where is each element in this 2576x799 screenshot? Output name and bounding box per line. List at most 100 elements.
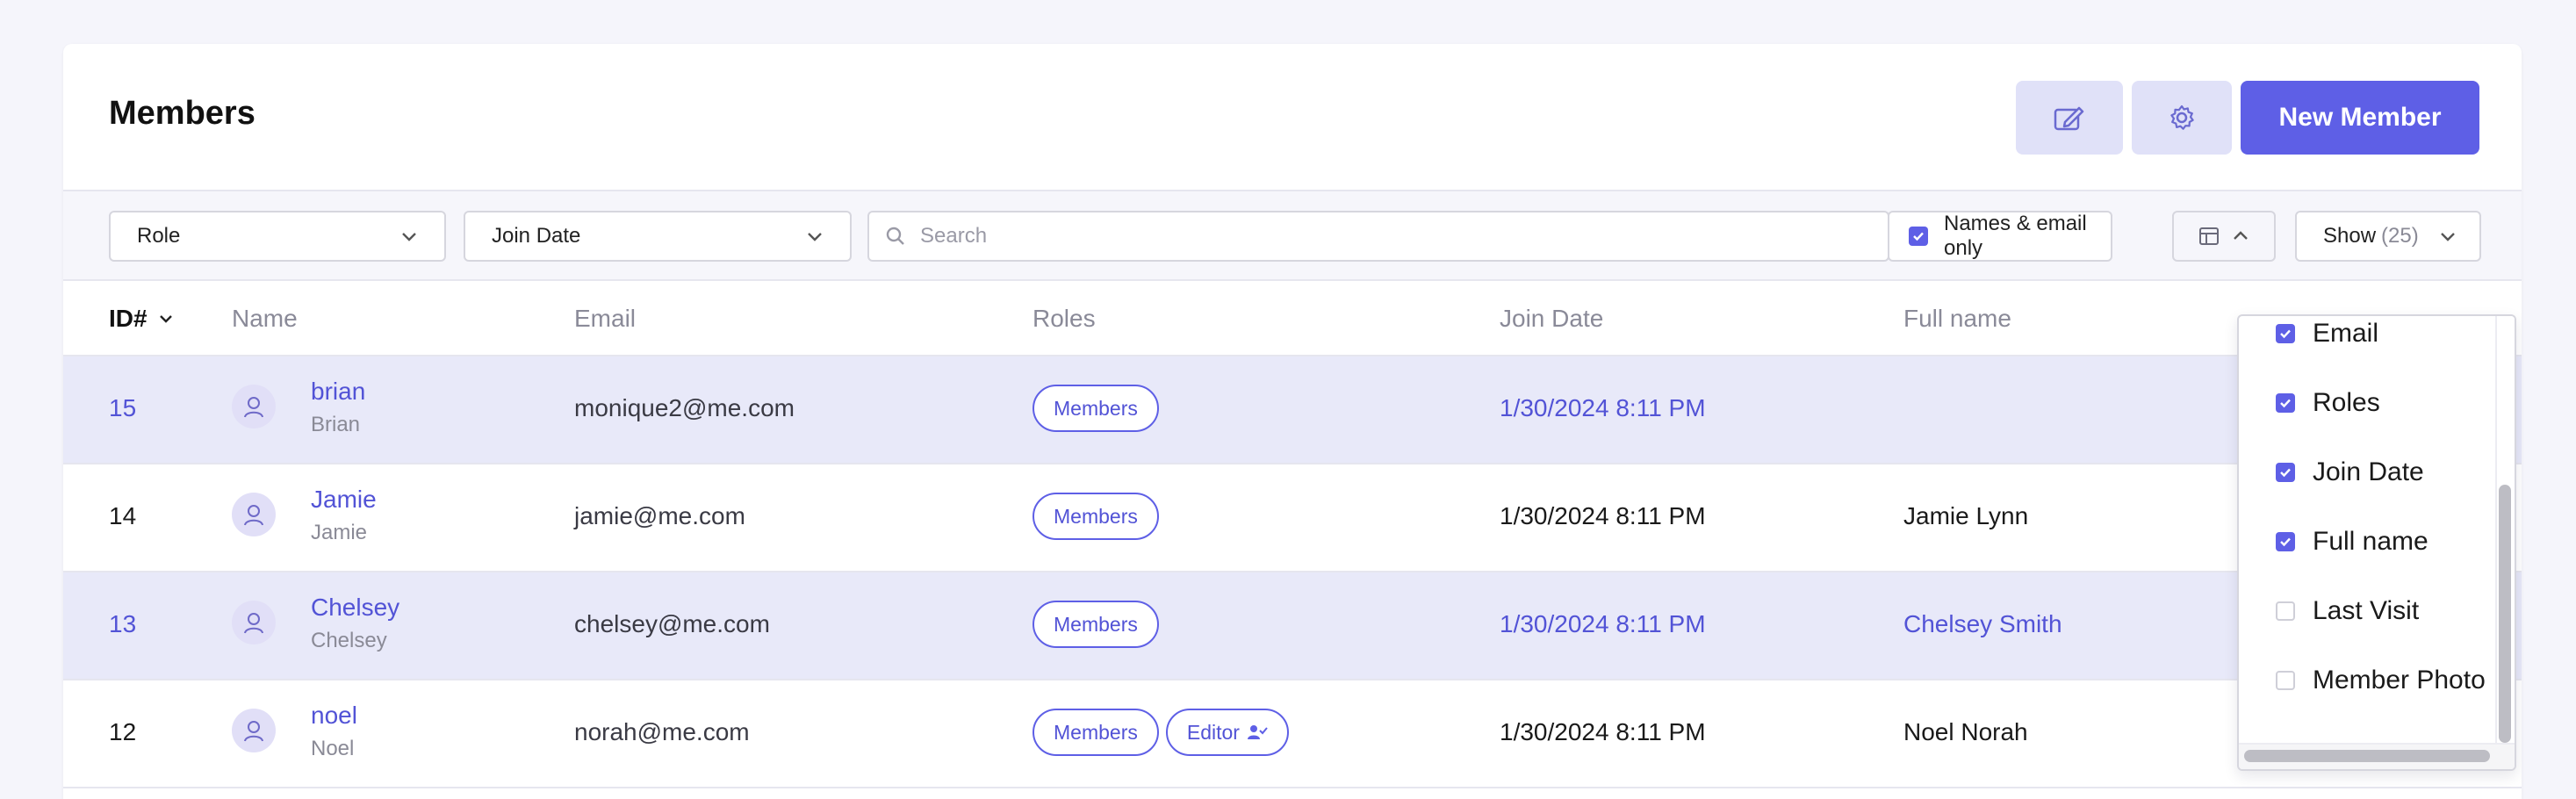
- column-option-roles[interactable]: Roles: [2276, 385, 2380, 421]
- check-icon: [2280, 399, 2291, 408]
- page-title: Members: [109, 95, 255, 132]
- columns-toggle-button[interactable]: [2172, 211, 2276, 262]
- column-option-checkbox[interactable]: [2276, 463, 2295, 482]
- row-roles: Members: [1033, 601, 1159, 648]
- settings-button[interactable]: [2132, 81, 2232, 155]
- role-badge-label: Editor: [1186, 720, 1240, 744]
- role-filter-select[interactable]: Role: [109, 211, 446, 262]
- search-icon: [886, 227, 904, 245]
- table-row[interactable]: 12 noel Noel norah@me.com Members Editor…: [63, 680, 2522, 788]
- row-full-name: Jamie Lynn: [1903, 502, 2029, 529]
- column-option-member-photo[interactable]: Member Photo: [2276, 663, 2486, 698]
- column-header-id[interactable]: ID#: [109, 305, 174, 333]
- row-username[interactable]: brian: [311, 378, 365, 406]
- menu-vertical-scroll-thumb[interactable]: [2499, 485, 2511, 743]
- user-icon: [244, 721, 263, 742]
- row-id[interactable]: 12: [109, 718, 136, 746]
- check-icon: [2280, 468, 2291, 478]
- row-email: monique2@me.com: [574, 394, 795, 421]
- column-option-label: Full name: [2313, 527, 2428, 556]
- column-option-label: Member Photo: [2313, 666, 2486, 695]
- table-row[interactable]: 15 brian Brian monique2@me.com Members 1…: [63, 356, 2522, 464]
- table-row[interactable]: 14 Jamie Jamie jamie@me.com Members 1/30…: [63, 464, 2522, 572]
- gear-icon: [2170, 104, 2194, 130]
- column-option-email[interactable]: Email: [2276, 316, 2378, 351]
- members-card: Members New Member Role Join Date Search: [63, 44, 2522, 799]
- search-placeholder: Search: [920, 224, 988, 248]
- row-full-name: Chelsey Smith: [1903, 610, 2062, 637]
- user-check-icon: [1247, 725, 1268, 739]
- show-label: Show: [2323, 224, 2377, 248]
- column-option-join-date[interactable]: Join Date: [2276, 455, 2424, 490]
- role-filter-label: Role: [137, 224, 181, 248]
- row-roles: Members: [1033, 493, 1159, 540]
- column-option-full-name[interactable]: Full name: [2276, 524, 2428, 559]
- column-header-join-date[interactable]: Join Date: [1500, 305, 1603, 333]
- row-email: chelsey@me.com: [574, 610, 770, 637]
- role-badge[interactable]: Members: [1033, 385, 1159, 432]
- row-id[interactable]: 13: [109, 610, 136, 638]
- chevron-down-icon: [808, 233, 822, 241]
- column-header-roles[interactable]: Roles: [1033, 305, 1096, 333]
- role-badge[interactable]: Members: [1033, 709, 1159, 756]
- chevron-down-icon: [159, 315, 172, 323]
- table-row[interactable]: 13 Chelsey Chelsey chelsey@me.com Member…: [63, 572, 2522, 680]
- join-date-filter-select[interactable]: Join Date: [464, 211, 852, 262]
- role-badge-editor[interactable]: Editor: [1165, 709, 1289, 756]
- row-username[interactable]: noel: [311, 702, 357, 730]
- row-username[interactable]: Jamie: [311, 486, 377, 514]
- edit-icon: [2054, 106, 2084, 131]
- new-member-button[interactable]: New Member: [2241, 81, 2479, 155]
- row-join-date: 1/30/2024 8:11 PM: [1500, 610, 1706, 637]
- chevron-down-icon: [402, 233, 416, 241]
- check-icon: [1913, 232, 1924, 241]
- join-date-filter-label: Join Date: [492, 224, 581, 248]
- column-option-checkbox[interactable]: [2276, 532, 2295, 551]
- row-full-name: Noel Norah: [1903, 718, 2028, 745]
- row-join-date: 1/30/2024 8:11 PM: [1500, 394, 1706, 421]
- avatar: [232, 493, 276, 536]
- names-email-only-label: Names & email only: [1944, 212, 2087, 260]
- row-roles: Members Editor: [1033, 709, 1289, 756]
- row-join-date: 1/30/2024 8:11 PM: [1500, 502, 1706, 529]
- column-option-checkbox[interactable]: [2276, 671, 2295, 690]
- row-username[interactable]: Chelsey: [311, 594, 399, 622]
- column-header-id-label: ID#: [109, 305, 148, 332]
- role-badge[interactable]: Members: [1033, 601, 1159, 648]
- user-icon: [244, 397, 263, 418]
- column-option-label: Email: [2313, 319, 2379, 348]
- row-email: jamie@me.com: [574, 502, 745, 529]
- column-option-checkbox[interactable]: [2276, 393, 2295, 413]
- row-id[interactable]: 14: [109, 502, 136, 530]
- column-visibility-menu: Email Roles Join Date Full name Last Vis…: [2237, 314, 2516, 771]
- column-header-name[interactable]: Name: [232, 305, 298, 333]
- row-roles: Members: [1033, 385, 1159, 432]
- filter-bar: Role Join Date Search Names & email only…: [63, 190, 2522, 281]
- user-icon: [244, 613, 263, 634]
- column-option-checkbox[interactable]: [2276, 324, 2295, 343]
- names-email-only-toggle[interactable]: Names & email only: [1888, 211, 2112, 262]
- row-id[interactable]: 15: [109, 394, 136, 422]
- row-display-name: Jamie: [311, 521, 368, 544]
- row-join-date: 1/30/2024 8:11 PM: [1500, 718, 1706, 745]
- row-display-name: Noel: [311, 737, 355, 760]
- show-count: (25): [2381, 224, 2419, 248]
- column-option-checkbox[interactable]: [2276, 601, 2295, 621]
- column-option-last-visit[interactable]: Last Visit: [2276, 594, 2419, 629]
- avatar: [232, 385, 276, 428]
- role-badge[interactable]: Members: [1033, 493, 1159, 540]
- row-display-name: Chelsey: [311, 629, 387, 652]
- column-header-email[interactable]: Email: [574, 305, 636, 333]
- menu-horizontal-scroll-thumb[interactable]: [2244, 750, 2490, 762]
- chevron-down-icon: [2441, 233, 2455, 241]
- row-email: norah@me.com: [574, 718, 750, 745]
- edit-button[interactable]: [2016, 81, 2123, 155]
- names-email-only-checkbox[interactable]: [1909, 227, 1928, 246]
- user-icon: [244, 505, 263, 526]
- search-input[interactable]: Search: [867, 211, 1889, 262]
- chevron-up-icon: [2234, 231, 2248, 240]
- column-option-label: Last Visit: [2313, 596, 2420, 625]
- column-header-full-name[interactable]: Full name: [1903, 305, 2011, 333]
- page-header: Members New Member: [63, 44, 2522, 190]
- show-count-select[interactable]: Show (25): [2295, 211, 2481, 262]
